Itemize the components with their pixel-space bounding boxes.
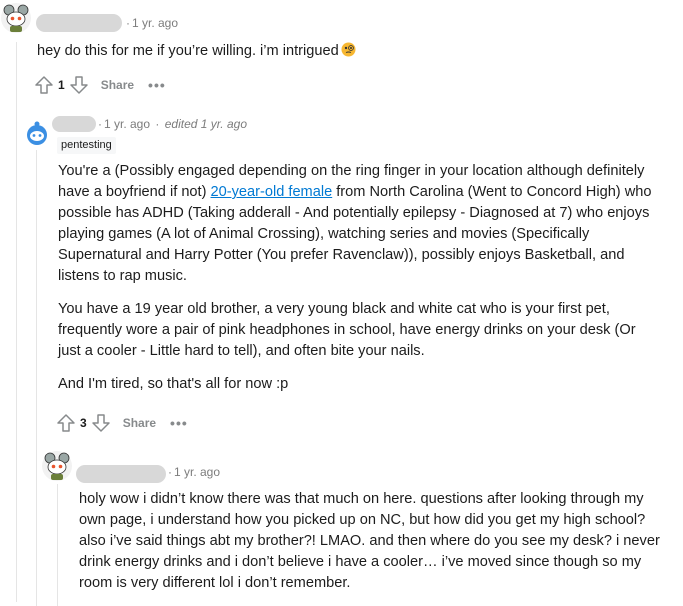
comment-text: hey do this for me if you’re willing. i’… — [37, 43, 339, 59]
comment-actions: 1 Share ••• — [34, 73, 166, 97]
comment-meta: · 1 yr. ago — [126, 16, 179, 30]
more-options-button[interactable]: ••• — [170, 416, 188, 430]
edited-label: edited 1 yr. ago — [164, 117, 247, 131]
thread-line-3[interactable] — [57, 484, 58, 606]
comment-body: holy wow i didn’t know there was that mu… — [79, 489, 661, 606]
avatar[interactable] — [0, 2, 32, 34]
avatar[interactable] — [41, 450, 73, 482]
thread-line-1[interactable] — [16, 42, 17, 602]
vote-count: 3 — [80, 416, 87, 430]
user-flair: pentesting — [57, 137, 116, 154]
paragraph: You have a 19 year old brother, a very y… — [58, 301, 636, 359]
snoo-avatar-icon — [42, 451, 72, 481]
upvote-icon[interactable] — [34, 75, 54, 95]
inline-link[interactable]: 20-year-old female — [211, 184, 333, 200]
avatar[interactable] — [22, 118, 52, 148]
comment-age[interactable]: 1 yr. ago — [132, 16, 178, 30]
comment-body: hey do this for me if you’re willing. i’… — [37, 41, 657, 62]
default-snoo-avatar-icon — [23, 119, 51, 147]
comment-meta: · 1 yr. ago · edited 1 yr. ago — [98, 117, 247, 131]
downvote-icon[interactable] — [69, 75, 89, 95]
snoo-avatar-icon — [1, 3, 31, 33]
comment-meta: · 1 yr. ago — [168, 465, 221, 479]
vote-count: 1 — [58, 78, 65, 92]
paragraph: holy wow i didn’t know there was that mu… — [79, 491, 660, 591]
comment-actions: 3 Share ••• — [56, 411, 188, 435]
share-button[interactable]: Share — [101, 78, 134, 92]
upvote-icon[interactable] — [56, 413, 76, 433]
comment-age[interactable]: 1 yr. ago — [174, 465, 220, 479]
username-redacted[interactable] — [76, 465, 166, 483]
paragraph: You're a (Possibly engaged depending on … — [58, 161, 661, 287]
thread-line-2[interactable] — [36, 150, 37, 606]
comment-age[interactable]: 1 yr. ago — [104, 117, 150, 131]
more-options-button[interactable]: ••• — [148, 78, 166, 92]
username-redacted[interactable] — [36, 14, 122, 32]
username-redacted[interactable] — [52, 116, 96, 132]
share-button[interactable]: Share — [123, 416, 156, 430]
downvote-icon[interactable] — [91, 413, 111, 433]
face-with-monocle-icon — [341, 42, 356, 57]
paragraph: And I'm tired, so that's all for now :p — [58, 376, 289, 392]
comment-body: You're a (Possibly engaged depending on … — [58, 161, 661, 407]
